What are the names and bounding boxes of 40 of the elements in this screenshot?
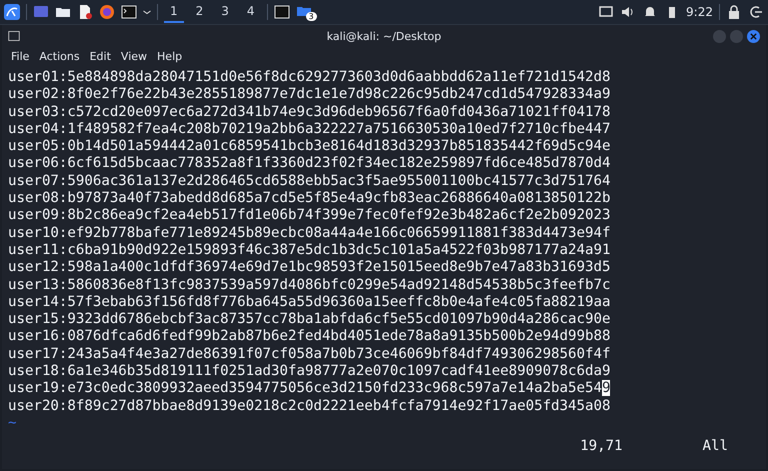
window-title: kali@kali: ~/Desktop <box>326 30 442 42</box>
workspace-tab[interactable]: 4 <box>240 1 261 23</box>
document-icon[interactable] <box>77 4 93 20</box>
logout-icon[interactable] <box>748 4 764 20</box>
menu-item[interactable]: View <box>118 50 150 62</box>
workspace-tab[interactable]: 1 <box>164 1 184 23</box>
terminal-line: user16:0876dfca6d6fedf99b2ab87b6e2fed4bd4051ede78a8a9135b500b2e94d99b88 <box>8 328 612 346</box>
lock-icon[interactable] <box>726 4 742 20</box>
workspace-tab[interactable]: 3 <box>215 1 235 23</box>
menu-item[interactable]: Help <box>154 50 186 62</box>
terminal-line: user06:6cf615d5bcaac778352a8f1f3360d23f02f34ec182e259897fd6ce485d7870d4 <box>8 155 612 173</box>
terminal-line: user10:ef92b778bafe771e89245b89ecbc08a44a4e166c06659911881f383d4473e94f <box>8 224 612 242</box>
terminal-line: user12:598a1a400c1dfdf36974e69d7e1bc98593f2e15015eed8e9b7e47a83b31693d5 <box>8 259 612 277</box>
terminal-line: user17:243a5a4f4e3a27de86391f07cf058a7b0b73ce46069bf84df749306298560f4f <box>8 346 612 364</box>
terminal-line: user19:e73c0edc3809932aeed3594775056ce3d2150fd233c968c597a7e14a2ba5e549 <box>8 380 612 398</box>
tilde-marker: ~ <box>8 414 18 432</box>
menu-item[interactable]: File <box>8 50 32 62</box>
terminal-line: user04:1f489582f7ea4c208b70219a2bb6a322227a7516630530a10ed7f2710cfbe447 <box>8 120 612 138</box>
workspace-tab[interactable]: 2 <box>190 1 210 23</box>
menu-item[interactable]: Actions <box>36 50 83 62</box>
terminal-line: user15:9323dd6786ebcbf3ac87357cc78ba1abfda6cf5e55cd01097b90d4a286cac90e <box>8 311 612 328</box>
terminal-line: user07:5906ac361a137e2d286465cd6588ebb5ac3f5ae955001100bc41577c3d751764 <box>8 172 612 190</box>
close-icon <box>750 32 757 40</box>
terminal-line: user11:c6ba91b90d922e159893f46c387e5dc1b3dc5c101a5a4522f03b987177a24a91 <box>8 242 612 260</box>
terminal-line: user03:c572cd20e097ec6a272d341b74e9c3d96deb96567f6a0fd0436a71021ff04178 <box>8 104 612 121</box>
terminal-line: user18:6a1e346b35d819111f0251ad30fa98777a2e070c1097cadf41ee8909078c6da9 <box>8 363 612 380</box>
cursor-position: 19,71 <box>580 438 623 456</box>
scroll-position: All <box>702 438 728 456</box>
menu-item[interactable]: Edit <box>86 50 114 62</box>
browser-icon[interactable] <box>99 4 115 20</box>
terminal-line: user14:57f3ebab63f156fd8f776ba645a55d96360a15eeffc8b0e4afe4c05fa88219aa <box>8 294 612 312</box>
terminal-line: user08:b97873a40f73abedd8d685a7cd5e5f85e4a9cfb83eac26886640a0813850122b <box>8 190 612 208</box>
terminal-line: user20:8f89c27d87bbae8d9139e0218c2c0d2221eeb4fcfa7914e92f17ae05fd345a08 <box>8 398 612 415</box>
clock[interactable]: 9:22 <box>686 5 713 19</box>
terminal-line: user02:8f0e2f76e22b43e2855189877e7dc1e1e7d98c226c95db247cd1d547928334a9 <box>8 86 612 104</box>
terminal-line: user13:5860836e8f13fc9837539a597d4086bfc0299e54ad92148d54538b5c3feefb7c <box>8 276 612 294</box>
terminal-line: user05:0b14d501a594442a01c6859541bcb3e8164d183d32937b851835442f69d5c94e <box>8 138 612 156</box>
terminal-line: user09:8b2c86ea9cf2ea4eb517fd1e06b74f399e7fec0fef92e3b482a6cf2e2b092023 <box>8 207 612 225</box>
close-button[interactable] <box>747 30 760 42</box>
terminal-line: user01:5e884898da28047151d0e56f8dc6292773603d0d6aabbdd62a11ef721d1542d8 <box>8 69 612 86</box>
